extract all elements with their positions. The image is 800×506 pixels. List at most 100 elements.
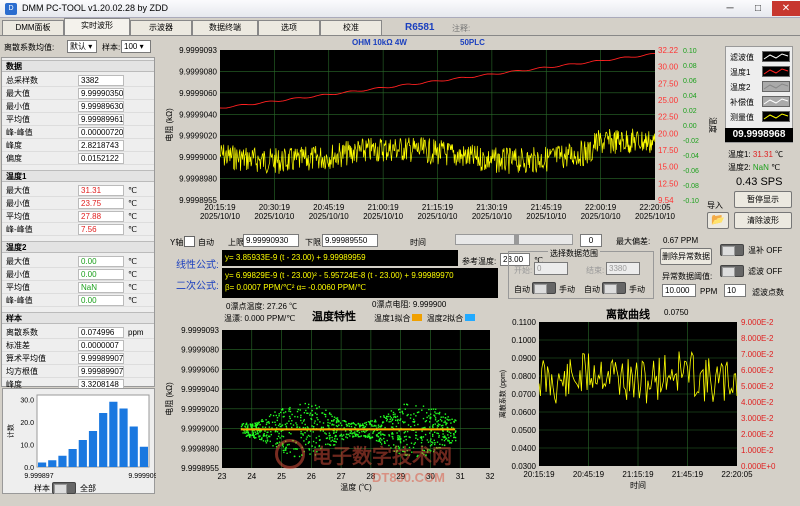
scatter-point <box>352 435 354 437</box>
lower-input[interactable]: 9.99989550 <box>322 234 378 247</box>
scatter-point <box>336 417 339 419</box>
scatter-point <box>254 423 257 425</box>
scatter-point <box>354 433 356 435</box>
start-input[interactable]: 0 <box>534 262 568 275</box>
scatter-point <box>276 431 279 433</box>
scatter-point <box>296 424 298 426</box>
main-xtick: 22:00:19 <box>585 203 617 212</box>
yaxis-auto-checkbox[interactable] <box>184 236 195 247</box>
pause-button[interactable]: 暂停显示 <box>734 191 792 208</box>
scatter-point <box>407 424 410 426</box>
hist-mode-toggle[interactable] <box>52 482 76 494</box>
scatter-point <box>254 437 256 439</box>
scatter-point <box>377 426 380 428</box>
maximize-button[interactable]: □ <box>744 1 772 16</box>
scatter-point <box>370 420 372 422</box>
end-input[interactable]: 3380 <box>606 262 640 275</box>
scatter-point <box>244 431 246 433</box>
scatter-point <box>250 434 252 437</box>
scatter-point <box>363 435 365 437</box>
scatter-point <box>316 423 318 426</box>
scatter-point <box>245 430 248 432</box>
scatter-point <box>328 413 331 415</box>
scatter-point <box>453 436 455 439</box>
discrete-mean-select[interactable]: 默认 ▾ <box>67 40 97 53</box>
stats-row: 标准差 0.0000007 <box>2 340 154 352</box>
scatter-point <box>299 403 301 406</box>
stats-value: 0.00000720 <box>78 127 124 138</box>
scatter-point <box>359 436 361 438</box>
note-field[interactable] <box>478 20 790 33</box>
scatter-point <box>359 423 361 425</box>
main-right-tick: -0.04 <box>683 153 699 160</box>
legend-swatch-line <box>763 68 789 75</box>
clear-wave-button[interactable]: 清除波形 <box>734 212 792 229</box>
main-xtick: 21:45:19 <box>531 203 563 212</box>
scatter-point <box>398 430 400 432</box>
scatter-point <box>361 430 363 433</box>
scatter-point <box>304 423 306 426</box>
scatter-point <box>270 431 272 433</box>
scatter-point <box>317 418 319 421</box>
scatter-point <box>304 432 306 434</box>
tab-data-terminal[interactable]: 数据终端 <box>192 20 258 35</box>
tab-oscilloscope[interactable]: 示波器 <box>130 20 192 35</box>
scatter-point <box>435 408 437 410</box>
scatter-point <box>276 438 278 440</box>
tab-options[interactable]: 选项 <box>258 20 320 35</box>
tab-calibration[interactable]: 校准 <box>320 20 382 35</box>
import-label: 导入 <box>707 201 723 210</box>
stats-row: 均方根值 9.99989907 <box>2 366 154 378</box>
device-model: R6581 <box>405 22 435 33</box>
scatter-point <box>399 408 401 410</box>
range-toggle-1[interactable] <box>532 282 556 294</box>
scatter-point <box>309 430 312 432</box>
time-slider[interactable] <box>455 234 573 245</box>
upper-input[interactable]: 9.99990930 <box>243 234 299 247</box>
filter-toggle[interactable] <box>720 265 744 277</box>
scatter-point <box>342 420 344 422</box>
temp-ytick: 9.9999040 <box>181 385 219 394</box>
stats-value: 9.99989907 <box>78 366 124 377</box>
scatter-point <box>371 425 373 427</box>
temp-ytick: 9.9999093 <box>181 326 219 335</box>
temp-xtick: 31 <box>456 472 465 481</box>
filter-points-input[interactable]: 10 <box>724 284 746 297</box>
tab-dmm-panel[interactable]: DMM面板 <box>2 20 64 35</box>
scatter-point <box>442 430 444 432</box>
temp-xtick: 27 <box>337 472 346 481</box>
stats-row: 最大值 0.00 ℃ <box>2 256 154 268</box>
folder-icon[interactable]: 📂 <box>707 212 729 229</box>
temp-comp-toggle[interactable] <box>720 244 744 256</box>
legend-swatch-line <box>763 98 789 105</box>
scatter-point <box>404 421 406 423</box>
disc-xtick: 20:15:19 <box>523 470 555 479</box>
scatter-point <box>368 433 370 435</box>
range-toggle-2[interactable] <box>602 282 626 294</box>
scatter-point <box>392 423 394 425</box>
scatter-point <box>280 430 282 432</box>
scatter-point <box>296 416 299 418</box>
scatter-point <box>448 436 450 439</box>
threshold-input[interactable]: 10.000 <box>662 284 696 297</box>
scatter-point <box>431 425 434 427</box>
scatter-point <box>418 411 420 413</box>
scatter-point <box>276 419 278 422</box>
scatter-point <box>369 423 371 426</box>
quad-formula-box: y= 6.99829E-9 (t - 23.00)² - 5.95724E-8 … <box>222 268 498 298</box>
scatter-point <box>365 430 367 432</box>
scatter-point <box>432 426 434 429</box>
tab-realtime-wave[interactable]: 实时波形 <box>64 18 130 35</box>
disc-ytick: 0.1000 <box>512 336 537 345</box>
samples-select[interactable]: 100 ▾ <box>121 40 151 53</box>
delete-abnormal-button[interactable]: 删除异常数据 <box>660 248 712 265</box>
temp-comp-label: 温补 OFF <box>748 246 783 255</box>
time-slider-value[interactable]: 0 <box>580 234 602 247</box>
scatter-point <box>436 432 438 434</box>
minimize-button[interactable]: ─ <box>716 1 744 16</box>
scatter-point <box>291 426 293 429</box>
close-button[interactable]: ✕ <box>772 1 800 16</box>
scatter-point <box>434 419 437 421</box>
stats-unit: ℃ <box>128 270 137 279</box>
scatter-point <box>425 420 428 422</box>
